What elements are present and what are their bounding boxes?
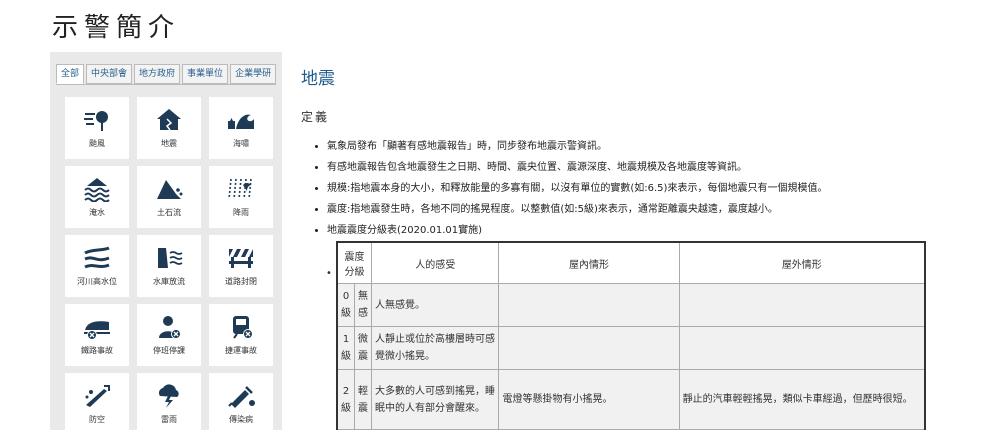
tile-label: 土石流 xyxy=(157,208,181,217)
intensity-scale-table: 震度分級 人的感受 屋內情形 屋外情形 0級 無感 人無感覺。 1級 微震 人靜… xyxy=(336,241,926,430)
earthquake-icon xyxy=(154,107,184,133)
tile-road-closure[interactable]: 道路封閉 xyxy=(209,235,273,297)
tile-typhoon[interactable]: 颱風 xyxy=(65,97,129,159)
tile-label: 淹水 xyxy=(89,208,105,217)
table-header-row: 震度分級 人的感受 屋內情形 屋外情形 xyxy=(336,241,926,284)
tile-mrt-accident[interactable]: 捷運事故 xyxy=(209,304,273,366)
tile-epidemic[interactable]: 傳染病 xyxy=(209,373,273,435)
name-cell: 無感 xyxy=(354,283,372,327)
tab-central-ministries[interactable]: 中央部會 xyxy=(86,64,133,84)
header-outdoor: 屋外情形 xyxy=(678,241,926,284)
list-item: 有感地震報告包含地震發生之日期、時間、震央位置、震源深度、地震規模及各地震度等資… xyxy=(327,157,937,178)
category-tabs: 全部 中央部會 地方政府 事業單位 企業學研 xyxy=(56,64,278,84)
tsunami-icon xyxy=(226,107,256,133)
tile-label: 捷運事故 xyxy=(225,346,257,355)
header-level: 震度分級 xyxy=(336,241,372,284)
tab-all[interactable]: 全部 xyxy=(56,64,85,84)
tile-river-high-water[interactable]: 河川高水位 xyxy=(65,235,129,297)
tab-enterprise-units[interactable]: 事業單位 xyxy=(182,64,229,84)
tab-local-government[interactable]: 地方政府 xyxy=(134,64,181,84)
table-row: 0級 無感 人無感覺。 xyxy=(336,283,926,327)
level-cell: 2級 xyxy=(336,369,355,430)
list-item: 氣象局發布「顯著有感地震報告」時，同步發布地震示警資訊。 xyxy=(327,136,937,157)
category-sidebar: 全部 中央部會 地方政府 事業單位 企業學研 颱風 地震 海嘯 淹水 土石流 降… xyxy=(50,52,282,435)
tile-flood[interactable]: 淹水 xyxy=(65,166,129,228)
tile-label: 地震 xyxy=(161,139,177,148)
tile-label: 降雨 xyxy=(233,208,249,217)
tile-air-defense[interactable]: 防空 xyxy=(65,373,129,435)
air-defense-icon xyxy=(82,383,112,409)
tab-industry-academia[interactable]: 企業學研 xyxy=(230,64,277,84)
feel-cell: 人靜止或位於高樓層時可感覺微小搖晃。 xyxy=(370,326,500,370)
thunderstorm-icon xyxy=(154,383,184,409)
list-item: 規模:指地震本身的大小，和釋放能量的多寡有關，以沒有單位的實數(如:6.5)來表… xyxy=(327,178,937,199)
feel-cell: 人無感覺。 xyxy=(370,283,500,327)
page-title: 示警簡介 xyxy=(52,13,181,43)
tile-label: 防空 xyxy=(89,415,105,424)
section-title: 地震 xyxy=(301,69,335,89)
office-school-closure-icon xyxy=(154,314,184,340)
flood-icon xyxy=(82,176,112,202)
tile-rail-accident[interactable]: 鐵路事故 xyxy=(65,304,129,366)
indoor-cell xyxy=(498,326,680,370)
level-cell: 0級 xyxy=(336,283,355,327)
tile-label: 道路封閉 xyxy=(225,277,257,286)
outdoor-cell xyxy=(678,326,926,370)
tile-label: 鐵路事故 xyxy=(81,346,113,355)
outdoor-cell: 靜止的汽車輕輕搖晃，類似卡車經過，但歷時很短。 xyxy=(678,369,926,430)
level-cell: 1級 xyxy=(336,326,355,370)
name-cell: 輕震 xyxy=(354,369,372,430)
tile-debris-flow[interactable]: 土石流 xyxy=(137,166,201,228)
indoor-cell: 電燈等懸掛物有小搖晃。 xyxy=(498,369,680,430)
list-bullet: • xyxy=(326,268,332,279)
outdoor-cell xyxy=(678,283,926,327)
definition-label: 定義 xyxy=(301,110,330,124)
tile-reservoir-release[interactable]: 水庫放流 xyxy=(137,235,201,297)
typhoon-icon xyxy=(82,107,112,133)
tile-label: 海嘯 xyxy=(233,139,249,148)
tile-label: 傳染病 xyxy=(229,415,253,424)
epidemic-icon xyxy=(226,383,256,409)
tile-earthquake[interactable]: 地震 xyxy=(137,97,201,159)
rain-icon xyxy=(226,176,256,202)
list-item: 震度:指地震發生時，各地不同的搖晃程度。以整數值(如:5級)來表示，通常距離震央… xyxy=(327,199,937,220)
road-closure-icon xyxy=(226,245,256,271)
tile-label: 水庫放流 xyxy=(153,277,185,286)
tile-label: 颱風 xyxy=(89,139,105,148)
tab-divider xyxy=(56,84,276,85)
tile-tsunami[interactable]: 海嘯 xyxy=(209,97,273,159)
list-item: 地震震度分級表(2020.01.01實施) xyxy=(327,220,937,241)
rail-accident-icon xyxy=(82,314,112,340)
header-feel: 人的感受 xyxy=(370,241,500,284)
header-indoor: 屋內情形 xyxy=(498,241,680,284)
definition-list: 氣象局發布「顯著有感地震報告」時，同步發布地震示警資訊。 有感地震報告包含地震發… xyxy=(313,136,937,241)
reservoir-release-icon xyxy=(154,245,184,271)
tile-label: 河川高水位 xyxy=(77,277,117,286)
tile-label: 停班停課 xyxy=(153,346,185,355)
mrt-accident-icon xyxy=(226,314,256,340)
tile-rain[interactable]: 降雨 xyxy=(209,166,273,228)
alert-detail-panel: 地震 定義 氣象局發布「顯著有感地震報告」時，同步發布地震示警資訊。 有感地震報… xyxy=(289,52,940,430)
feel-cell: 大多數的人可感到搖晃，睡眠中的人有部分會醒來。 xyxy=(370,369,500,430)
tile-thunderstorm[interactable]: 雷雨 xyxy=(137,373,201,435)
tile-label: 雷雨 xyxy=(161,415,177,424)
debris-flow-icon xyxy=(154,176,184,202)
river-high-water-icon xyxy=(82,245,112,271)
alert-type-grid: 颱風 地震 海嘯 淹水 土石流 降雨 河川高水位 水庫放流 道路封閉 鐵路事故 … xyxy=(65,97,273,435)
name-cell: 微震 xyxy=(354,326,372,370)
tile-office-school-closure[interactable]: 停班停課 xyxy=(137,304,201,366)
indoor-cell xyxy=(498,283,680,327)
table-row: 1級 微震 人靜止或位於高樓層時可感覺微小搖晃。 xyxy=(336,326,926,370)
table-row: 2級 輕震 大多數的人可感到搖晃，睡眠中的人有部分會醒來。 電燈等懸掛物有小搖晃… xyxy=(336,369,926,430)
